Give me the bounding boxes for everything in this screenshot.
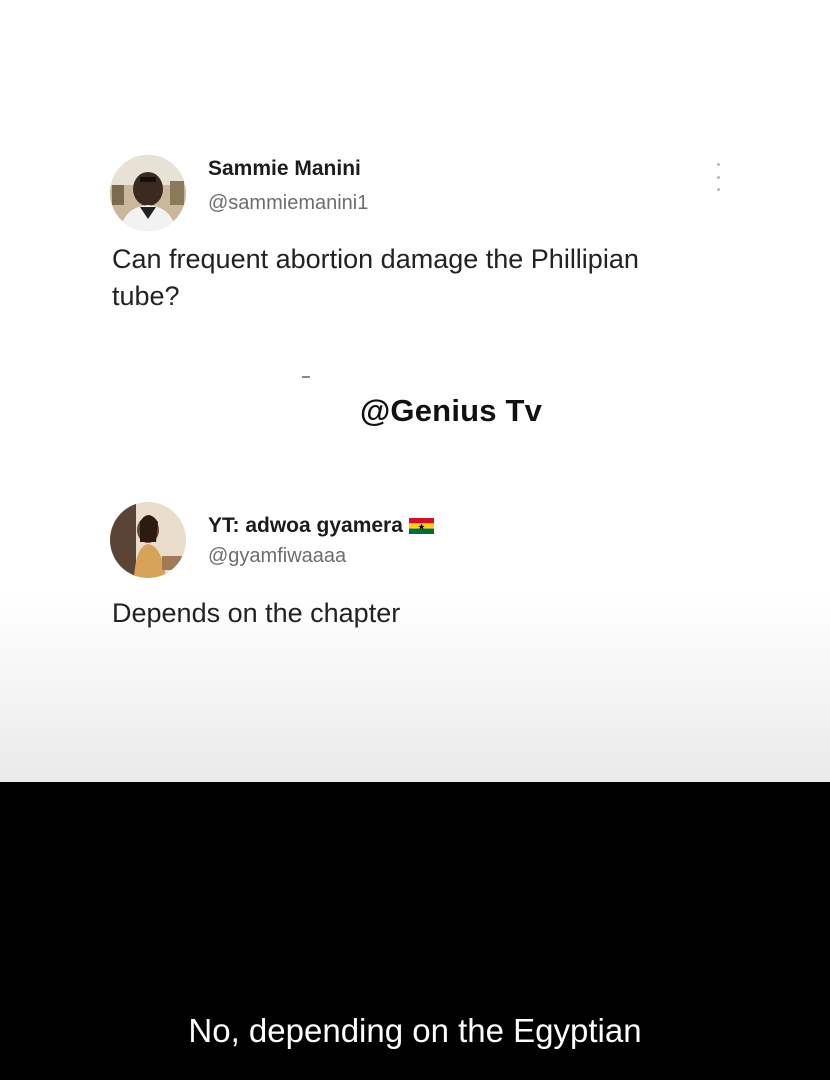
more-options-icon[interactable]	[714, 163, 722, 191]
divider	[302, 376, 310, 378]
tweet-text: Depends on the chapter	[112, 598, 401, 628]
author-name-text[interactable]: YT: adwoa gyamera	[208, 514, 403, 537]
author-name[interactable]: YT: adwoa gyamera	[208, 514, 434, 538]
tweet-text: Can frequent abortion damage the Phillip…	[112, 241, 752, 315]
author-handle[interactable]: @sammiemanini1	[208, 192, 368, 215]
author-name[interactable]: Sammie Manini	[208, 157, 361, 181]
watermark: @Genius Tv	[360, 393, 543, 428]
tweet-text-line: Can frequent abortion damage the Phillip…	[112, 244, 639, 274]
author-handle[interactable]: @gyamfiwaaaa	[208, 545, 346, 568]
avatar[interactable]	[110, 155, 186, 231]
screenshot-card: Sammie Manini @sammiemanini1 Can frequen…	[0, 0, 830, 782]
tweet-text-line: tube?	[112, 281, 180, 311]
ghana-flag-icon	[408, 516, 434, 534]
caption-text: No, depending on the Egyptian	[188, 1012, 642, 1049]
avatar[interactable]	[110, 502, 186, 578]
